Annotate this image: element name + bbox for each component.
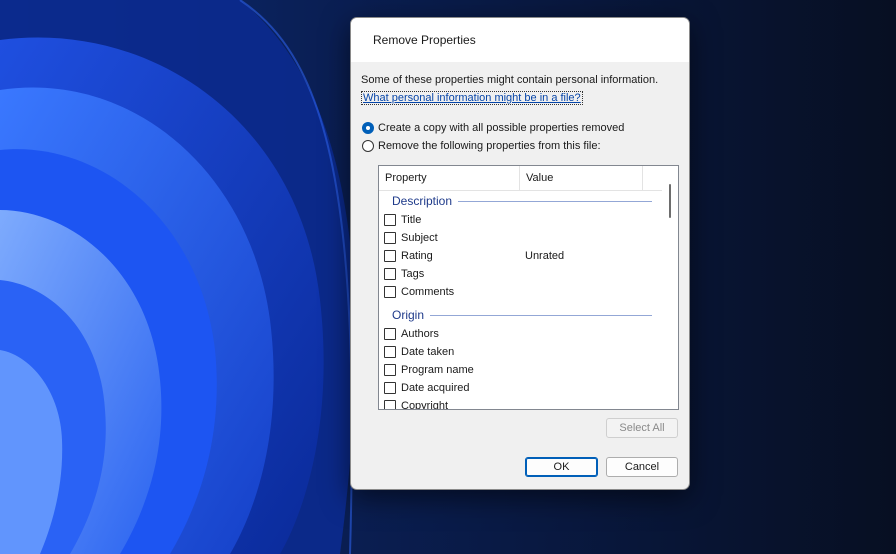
property-name: Date taken (401, 346, 455, 358)
select-all-button[interactable]: Select All (606, 418, 678, 438)
radio-create-copy[interactable]: Create a copy with all possible properti… (362, 120, 624, 136)
list-item-program-name[interactable]: Program name (384, 361, 654, 379)
cancel-button[interactable]: Cancel (606, 457, 678, 477)
checkbox[interactable] (384, 250, 396, 262)
property-name: Subject (401, 232, 438, 244)
column-header-property[interactable]: Property (379, 166, 520, 190)
dialog-titlebar: Remove Properties (351, 18, 689, 62)
list-item-tags[interactable]: Tags (384, 265, 654, 283)
group-label: Origin (392, 308, 425, 322)
checkbox[interactable] (384, 268, 396, 280)
radio-create-copy-label: Create a copy with all possible properti… (378, 122, 625, 134)
scrollbar-thumb[interactable] (669, 184, 671, 218)
remove-properties-dialog: Remove Properties Some of these properti… (350, 17, 690, 490)
column-header-value[interactable]: Value (520, 166, 643, 190)
list-item-authors[interactable]: Authors (384, 325, 654, 343)
properties-list[interactable]: Property Value Description Title Subject… (378, 165, 679, 410)
property-name: Rating (401, 250, 433, 262)
dialog-title: Remove Properties (373, 33, 476, 47)
radio-create-copy-indicator[interactable] (362, 122, 374, 134)
ok-button[interactable]: OK (525, 457, 598, 477)
personal-info-link[interactable]: What personal information might be in a … (361, 91, 583, 105)
property-name: Comments (401, 286, 455, 298)
checkbox[interactable] (384, 346, 396, 358)
property-value: Unrated (525, 250, 565, 262)
property-name: Title (401, 214, 422, 226)
list-item-date-taken[interactable]: Date taken (384, 343, 654, 361)
group-header-origin: Origin (392, 306, 652, 324)
group-label: Description (392, 194, 453, 208)
property-name: Program name (401, 364, 474, 376)
list-item-comments[interactable]: Comments (384, 283, 654, 301)
checkbox[interactable] (384, 382, 396, 394)
list-item-copyright[interactable]: Copyright (384, 397, 654, 410)
checkbox[interactable] (384, 286, 396, 298)
list-item-rating[interactable]: Rating Unrated (384, 247, 654, 265)
list-header: Property Value (379, 166, 662, 191)
property-name: Copyright (401, 400, 449, 410)
checkbox[interactable] (384, 400, 396, 409)
group-divider (458, 200, 652, 202)
intro-text: Some of these properties might contain p… (361, 74, 659, 86)
property-name: Date acquired (401, 382, 470, 394)
checkbox[interactable] (384, 214, 396, 226)
list-scrollbar[interactable] (662, 166, 678, 409)
group-header-description: Description (392, 192, 652, 210)
property-name: Tags (401, 268, 425, 280)
radio-remove-properties[interactable]: Remove the following properties from thi… (362, 138, 601, 154)
group-divider (430, 314, 652, 316)
property-name: Authors (401, 328, 439, 340)
list-item-subject[interactable]: Subject (384, 229, 654, 247)
list-item-title[interactable]: Title (384, 211, 654, 229)
checkbox[interactable] (384, 232, 396, 244)
radio-remove-properties-indicator[interactable] (362, 140, 374, 152)
column-header-spacer (643, 166, 662, 190)
checkbox[interactable] (384, 364, 396, 376)
radio-remove-properties-label: Remove the following properties from thi… (378, 140, 601, 152)
list-item-date-acquired[interactable]: Date acquired (384, 379, 654, 397)
checkbox[interactable] (384, 328, 396, 340)
